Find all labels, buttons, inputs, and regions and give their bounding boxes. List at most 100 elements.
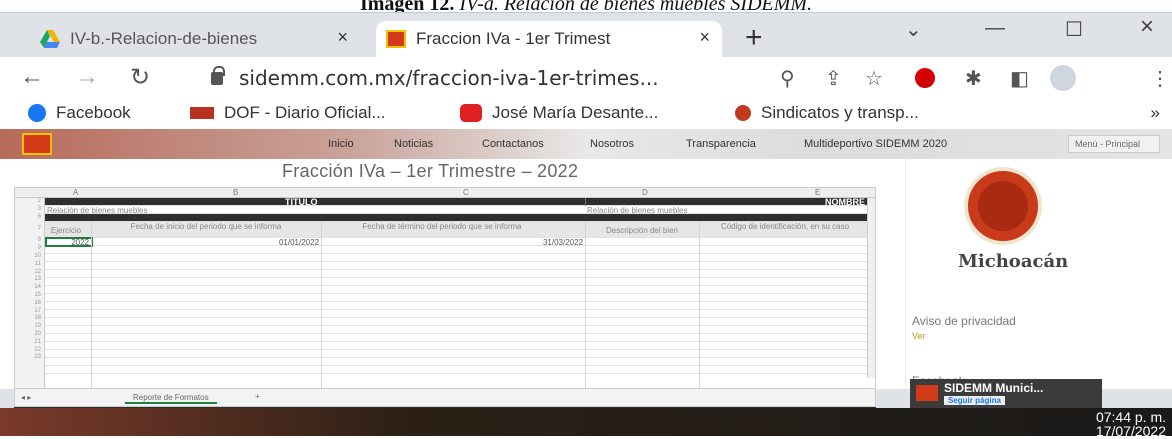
youtube-icon xyxy=(460,104,482,122)
minimize-button[interactable]: — xyxy=(985,17,1005,40)
sheet-tab-bar: ◂ ▸ Reporte de Formatos + xyxy=(15,388,875,406)
facebook-page-card[interactable]: SIDEMM Munici... Seguir página xyxy=(910,379,1102,409)
row-num: 15 xyxy=(34,291,41,298)
site-icon xyxy=(735,105,751,121)
hdr-fecha-termino: Fecha de término del periodo que se info… xyxy=(362,222,522,231)
empty-row xyxy=(45,334,875,342)
tab-relacion-bienes[interactable]: IV-b.-Relacion-de-bienes × xyxy=(30,21,360,57)
spreadsheet-viewer[interactable]: A B C D E 2 3 6 7 8 9 10 11 12 13 14 15 … xyxy=(14,187,876,407)
title-divider xyxy=(585,198,586,206)
nav-contactanos[interactable]: Contactanos xyxy=(482,138,544,150)
title-row: TÍTULO NOMBRE xyxy=(45,197,875,207)
row-num: 10 xyxy=(34,252,41,259)
system-clock[interactable]: 07:44 p. m. 17/07/2022 xyxy=(1096,410,1166,438)
browser-window: IV-b.-Relacion-de-bienes × Fraccion IVa … xyxy=(0,12,1172,438)
close-window-button[interactable]: × xyxy=(1140,13,1154,41)
row-num: 17 xyxy=(34,307,41,314)
org-name: Michoacán xyxy=(958,251,1069,272)
row-num: 19 xyxy=(34,323,41,330)
nav-nosotros[interactable]: Nosotros xyxy=(590,138,634,150)
tab-bar: IV-b.-Relacion-de-bienes × Fraccion IVa … xyxy=(0,13,1172,57)
row-num: 14 xyxy=(34,284,41,291)
hdr-ejercicio: Ejercicio xyxy=(50,226,82,235)
url-text: sidemm.com.mx/fraccion-iva-1er-trimes... xyxy=(239,66,659,90)
close-tab-icon[interactable]: × xyxy=(699,27,710,48)
zoom-icon[interactable]: ⚲ xyxy=(780,66,795,91)
forward-icon[interactable]: → xyxy=(75,63,99,91)
more-menu-icon[interactable]: ⋮ xyxy=(1150,66,1170,91)
sheet-tab-reporte[interactable]: Reporte de Formatos xyxy=(125,393,217,404)
empty-row xyxy=(45,342,875,350)
bookmark-label: Facebook xyxy=(56,103,131,122)
col-divider xyxy=(91,222,92,392)
row-num: 2 xyxy=(37,198,41,204)
row-num: 11 xyxy=(34,260,41,267)
col-divider xyxy=(585,222,586,392)
sidemm-favicon xyxy=(386,30,406,48)
facebook-icon xyxy=(28,104,46,122)
header-row: Ejercicio Fecha de inicio del periodo qu… xyxy=(45,222,875,238)
bookmark-facebook[interactable]: Facebook xyxy=(28,103,131,123)
row-num: 9 xyxy=(37,245,41,252)
row-num: 3 xyxy=(37,205,41,212)
col-b: B xyxy=(233,188,239,197)
row-num: 7 xyxy=(37,226,41,233)
empty-row xyxy=(45,350,875,358)
col-c: C xyxy=(463,188,469,197)
tab-search-icon[interactable]: ⌄ xyxy=(905,17,922,42)
empty-row xyxy=(45,262,875,270)
bookmark-sindicatos[interactable]: Sindicatos y transp... xyxy=(735,103,919,123)
hdr-descripcion: Descripción del bien xyxy=(605,226,679,235)
clock-date: 17/07/2022 xyxy=(1095,423,1166,439)
add-sheet-icon[interactable]: + xyxy=(255,392,260,401)
empty-row xyxy=(45,294,875,302)
close-tab-icon[interactable]: × xyxy=(337,27,348,48)
bookmark-star-icon[interactable]: ☆ xyxy=(865,66,883,91)
reload-icon[interactable]: ↻ xyxy=(130,63,150,92)
sidemm-logo[interactable] xyxy=(22,133,52,155)
empty-row xyxy=(45,310,875,318)
nav-transparencia[interactable]: Transparencia xyxy=(686,138,756,150)
main-menu-select[interactable]: Menú - Principal xyxy=(1068,135,1160,153)
empty-row xyxy=(45,358,875,366)
tab-fraccion-iva[interactable]: Fraccion IVa - 1er Trimest × xyxy=(376,21,722,57)
row-num: 20 xyxy=(34,330,41,337)
column-headers: A B C D E xyxy=(15,188,875,198)
dof-icon xyxy=(190,107,214,119)
privacy-link[interactable]: Ver xyxy=(912,331,926,341)
empty-row xyxy=(45,302,875,310)
extensions-puzzle-icon[interactable]: ✱ xyxy=(965,66,982,91)
bookmarks-overflow-icon[interactable]: » xyxy=(1151,103,1160,123)
col-d: D xyxy=(642,188,648,197)
bookmark-jose-maria[interactable]: José María Desante... xyxy=(460,103,658,123)
back-icon[interactable]: ← xyxy=(20,63,44,91)
page-title: Fracción IVa – 1er Trimestre – 2022 xyxy=(282,161,579,181)
sheet-grid: TÍTULO NOMBRE Relación de bienes muebles… xyxy=(45,197,875,406)
bookmark-dof[interactable]: DOF - Diario Oficial... xyxy=(190,103,386,123)
union-emblem xyxy=(964,167,1042,245)
empty-row xyxy=(45,278,875,286)
row-num: 13 xyxy=(34,276,41,283)
maximize-button[interactable]: ☐ xyxy=(1065,17,1083,42)
relacion-row: Relación de bienes muebles Relación de b… xyxy=(45,206,875,215)
nav-noticias[interactable]: Noticias xyxy=(394,138,433,150)
nav-multideportivo[interactable]: Multideportivo SIDEMM 2020 xyxy=(804,138,947,150)
new-tab-button[interactable]: + xyxy=(745,21,763,55)
tab-label: Fraccion IVa - 1er Trimest xyxy=(416,29,611,48)
row-num: 21 xyxy=(34,338,41,345)
extension-icon[interactable] xyxy=(915,68,935,88)
vertical-scrollbar[interactable] xyxy=(867,198,875,378)
fb-page-name: SIDEMM Munici... xyxy=(944,381,1044,395)
data-row: 2022 01/01/2022 31/03/2022 xyxy=(45,238,875,247)
col-divider xyxy=(321,222,322,392)
sheet-nav-arrows[interactable]: ◂ ▸ xyxy=(21,393,31,402)
empty-row xyxy=(45,270,875,278)
side-panel-icon[interactable]: ◧ xyxy=(1010,66,1029,91)
hdr-codigo: Código de identificación, en su caso xyxy=(720,222,850,231)
empty-row xyxy=(45,286,875,294)
col-divider xyxy=(699,222,700,392)
nav-inicio[interactable]: Inicio xyxy=(328,138,354,150)
follow-page-button[interactable]: Seguir página xyxy=(944,396,1005,405)
profile-avatar[interactable] xyxy=(1050,65,1076,91)
share-icon[interactable]: ⇪ xyxy=(825,66,842,91)
